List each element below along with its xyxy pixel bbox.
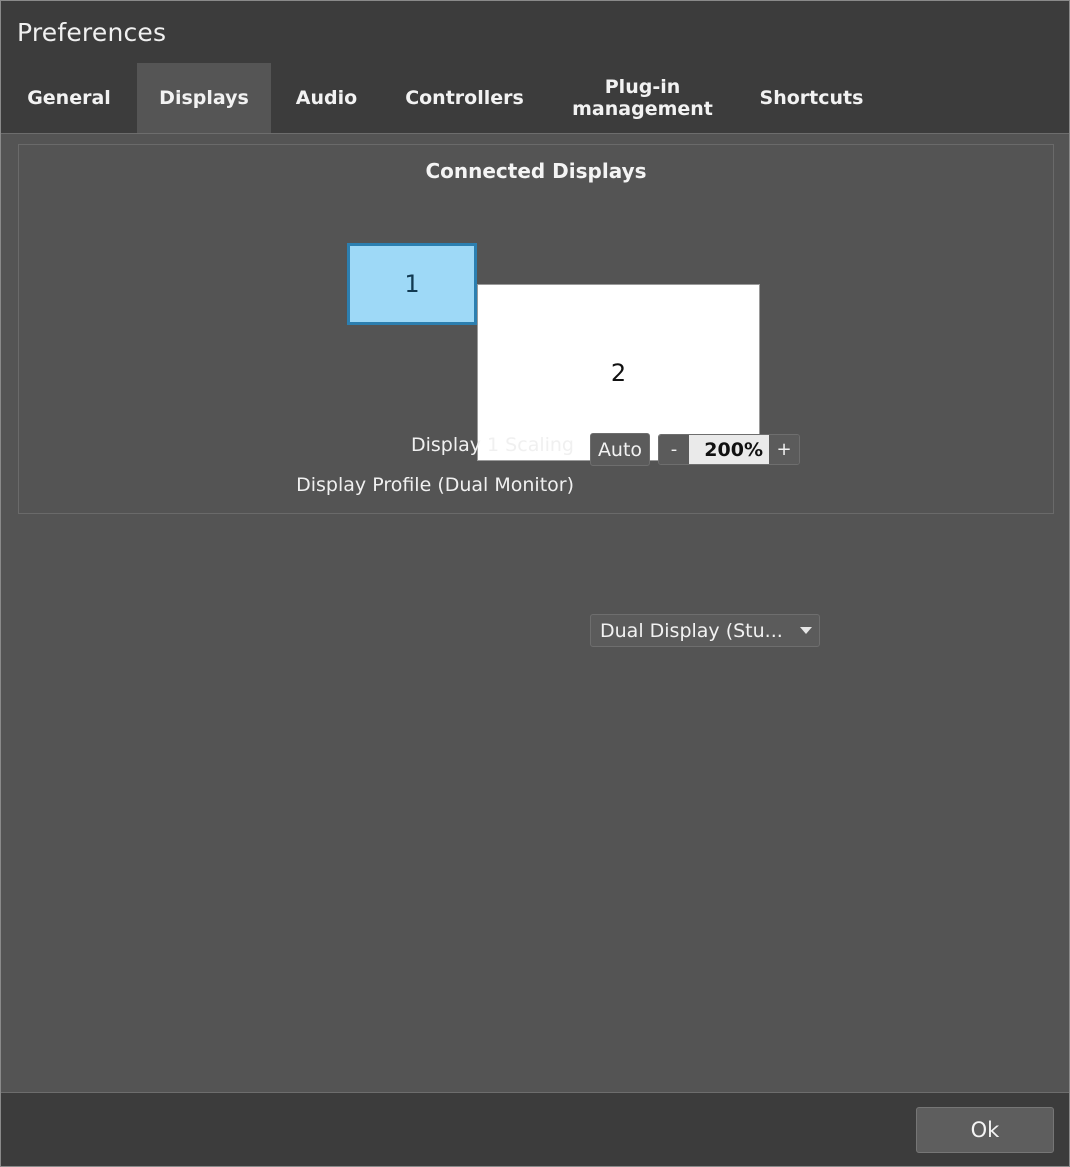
tab-general-label: General — [27, 86, 111, 109]
scaling-auto-button[interactable]: Auto — [590, 433, 650, 466]
ok-button[interactable]: Ok — [916, 1107, 1054, 1153]
tab-plugin-management-label-line2: management — [572, 98, 713, 120]
display-profile-label: Display Profile (Dual Monitor) — [296, 474, 574, 496]
preferences-tabstrip: General Displays Audio Controllers Plug-… — [1, 63, 1069, 133]
tab-controllers[interactable]: Controllers — [382, 63, 547, 133]
display-profile-selected-value: Dual Display (Stu... — [600, 619, 783, 642]
tab-audio[interactable]: Audio — [271, 63, 382, 133]
window-titlebar: Preferences General Displays Audio Contr… — [1, 1, 1069, 134]
tab-shortcuts[interactable]: Shortcuts — [742, 63, 881, 133]
ok-button-label: Ok — [970, 1118, 1000, 1142]
dialog-footer: Ok — [1, 1092, 1069, 1166]
display-thumbnail-1[interactable]: 1 — [347, 243, 477, 325]
scaling-auto-label: Auto — [597, 438, 643, 461]
display-arrangement-stage: 1 2 — [19, 185, 1053, 461]
connected-displays-panel: Connected Displays 1 2 Display 1 Scaling… — [18, 144, 1054, 647]
tab-plugin-management-label-line1: Plug-in — [604, 75, 681, 98]
tab-displays[interactable]: Displays — [137, 63, 271, 133]
scaling-increment-button[interactable]: + — [769, 435, 799, 464]
chevron-down-icon — [793, 627, 819, 634]
scaling-value-field[interactable]: 200% — [689, 435, 769, 464]
display-2-number: 2 — [610, 358, 627, 387]
display-scaling-label: Display 1 Scaling — [410, 434, 574, 456]
preferences-window: Preferences General Displays Audio Contr… — [0, 0, 1070, 1167]
page-title: Preferences — [17, 18, 167, 47]
scaling-value-text: 200% — [704, 438, 763, 461]
tab-audio-label: Audio — [295, 86, 358, 109]
tab-plugin-management[interactable]: Plug-in management — [559, 63, 726, 133]
tab-controllers-label: Controllers — [405, 86, 524, 109]
connected-displays-title: Connected Displays — [425, 159, 647, 183]
display-1-number: 1 — [404, 270, 420, 298]
tab-displays-label: Displays — [159, 86, 249, 109]
scaling-stepper[interactable]: - 200% + — [658, 434, 800, 465]
tab-general[interactable]: General — [1, 63, 137, 133]
tab-shortcuts-label: Shortcuts — [759, 86, 864, 109]
scaling-decrement-label: - — [670, 439, 678, 460]
display-profile-select[interactable]: Dual Display (Stu... — [590, 614, 820, 647]
scaling-increment-label: + — [776, 439, 792, 460]
scaling-decrement-button[interactable]: - — [659, 435, 689, 464]
